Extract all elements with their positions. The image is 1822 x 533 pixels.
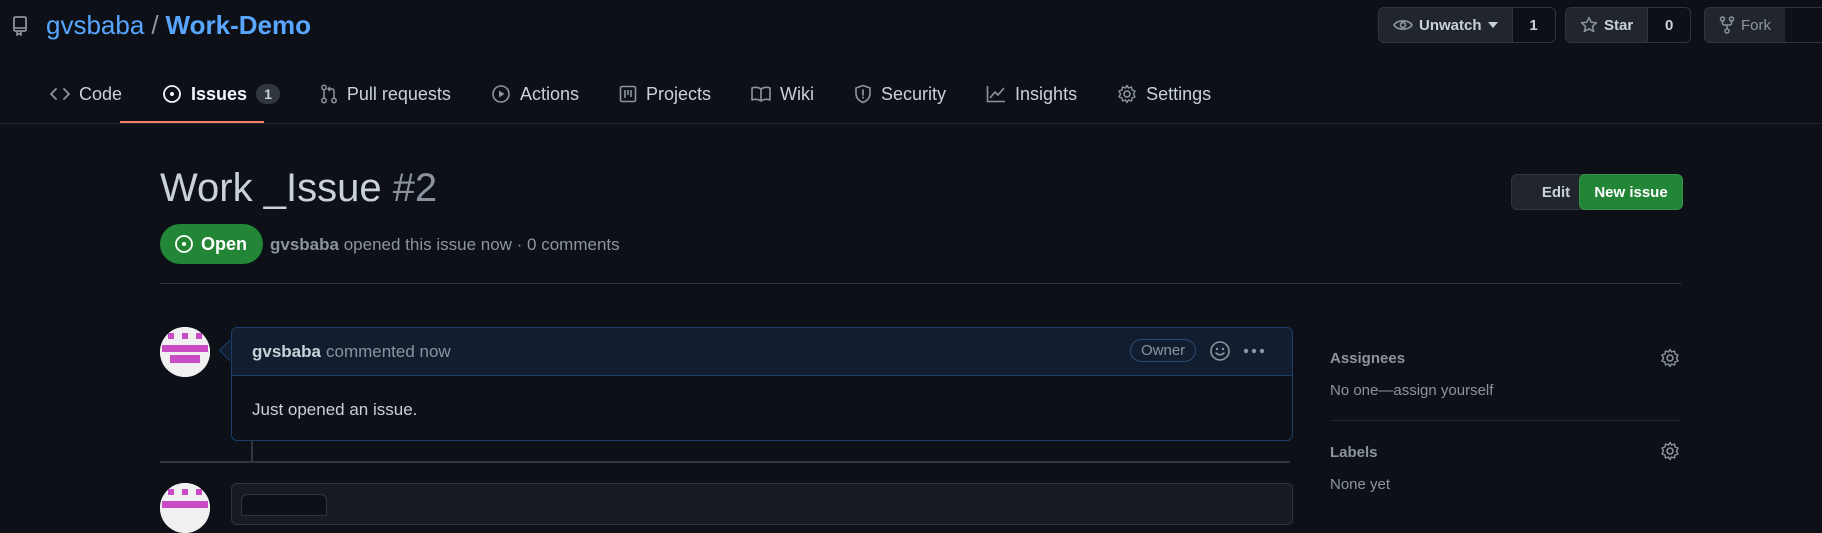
- tab-actions-label: Actions: [519, 83, 579, 104]
- sidebar-divider: [1330, 420, 1681, 421]
- issue-title: Work _Issue #2: [160, 166, 437, 211]
- timeline-divider: [160, 461, 1290, 463]
- issue-number: #2: [392, 166, 438, 210]
- unwatch-label: Unwatch: [1419, 16, 1482, 34]
- timeline-line: [251, 440, 253, 462]
- watch-group: Unwatch 1: [1378, 7, 1556, 43]
- tab-issues[interactable]: Issues 1: [142, 76, 300, 112]
- tab-insights[interactable]: Insights: [966, 76, 1097, 112]
- issue-state-label: Open: [201, 233, 248, 254]
- issue-meta: gvsbaba opened this issue now · 0 commen…: [270, 235, 620, 255]
- gear-icon: [1117, 84, 1137, 104]
- caret-down-icon: [1487, 22, 1498, 28]
- repo-separator: /: [151, 10, 159, 40]
- stars-count[interactable]: 0: [1647, 8, 1691, 42]
- tab-wiki[interactable]: Wiki: [731, 76, 834, 112]
- labels-heading: Labels: [1330, 444, 1378, 461]
- labels-value: None yet: [1330, 476, 1391, 493]
- tab-pull-requests[interactable]: Pull requests: [300, 76, 471, 112]
- tab-issues-label: Issues: [191, 83, 248, 104]
- repo-nav: Code Issues 1 Pull requests Actions Proj…: [30, 76, 1231, 112]
- tab-code-label: Code: [79, 83, 123, 104]
- nav-divider: [0, 123, 1822, 124]
- tab-settings[interactable]: Settings: [1097, 76, 1231, 112]
- new-issue-button[interactable]: New issue: [1579, 174, 1683, 210]
- code-icon: [50, 87, 70, 101]
- fork-group: Fork: [1704, 7, 1822, 43]
- tab-projects[interactable]: Projects: [599, 76, 731, 112]
- star-button[interactable]: Star: [1566, 8, 1648, 42]
- title-divider: [160, 283, 1681, 284]
- repo-owner-link[interactable]: gvsbaba: [46, 10, 144, 41]
- kebab-horizontal-icon[interactable]: [1243, 348, 1265, 354]
- tab-actions[interactable]: Actions: [471, 76, 599, 112]
- play-icon: [491, 84, 511, 104]
- smiley-icon[interactable]: [1209, 340, 1231, 362]
- unwatch-button[interactable]: Unwatch: [1379, 8, 1512, 42]
- tab-security-label: Security: [881, 83, 947, 104]
- graph-icon: [986, 85, 1006, 103]
- repo-icon: [12, 15, 28, 36]
- project-icon: [619, 85, 637, 103]
- star-label: Star: [1604, 16, 1634, 34]
- assignees-value[interactable]: No one—assign yourself: [1330, 382, 1493, 399]
- comment-time[interactable]: commented now: [326, 342, 451, 362]
- issue-title-text: Work _Issue: [160, 166, 382, 210]
- git-pull-request-icon: [320, 84, 338, 104]
- issue-author-link[interactable]: gvsbaba: [270, 235, 339, 254]
- avatar[interactable]: [160, 327, 210, 377]
- eye-icon: [1393, 18, 1413, 32]
- issue-opened-icon: [174, 234, 194, 254]
- shield-icon: [854, 84, 872, 104]
- comment-header: gvsbaba commented now Owner: [232, 328, 1292, 376]
- write-tab[interactable]: [241, 494, 327, 516]
- star-group: Star 0: [1565, 7, 1692, 43]
- gear-icon[interactable]: [1660, 348, 1680, 368]
- tab-wiki-label: Wiki: [780, 83, 814, 104]
- book-icon: [751, 86, 771, 102]
- tab-insights-label: Insights: [1015, 83, 1078, 104]
- star-icon: [1580, 16, 1598, 34]
- gear-icon[interactable]: [1660, 441, 1680, 461]
- repo-title: gvsbaba / Work-Demo: [12, 10, 311, 41]
- issue-opened-icon: [162, 84, 182, 104]
- comment-author-link[interactable]: gvsbaba: [252, 342, 321, 362]
- repo-forked-icon: [1719, 16, 1735, 34]
- comment-body: Just opened an issue.: [252, 400, 418, 419]
- comment-box: gvsbaba commented now Owner Just opened …: [231, 327, 1293, 441]
- tab-code[interactable]: Code: [30, 76, 142, 112]
- assignees-heading: Assignees: [1330, 350, 1406, 367]
- owner-badge: Owner: [1130, 339, 1197, 362]
- tab-pull-requests-label: Pull requests: [346, 83, 451, 104]
- avatar[interactable]: [160, 483, 210, 533]
- tab-settings-label: Settings: [1146, 83, 1212, 104]
- fork-label: Fork: [1741, 16, 1771, 34]
- issues-count-badge: 1: [256, 84, 280, 104]
- watchers-count[interactable]: 1: [1511, 8, 1555, 42]
- tab-security[interactable]: Security: [834, 76, 966, 112]
- issue-meta-text: opened this issue now · 0 comments: [343, 235, 620, 254]
- tab-projects-label: Projects: [645, 83, 711, 104]
- issue-state-badge: Open: [160, 224, 264, 264]
- repo-name-link[interactable]: Work-Demo: [166, 10, 311, 41]
- fork-button[interactable]: Fork: [1705, 8, 1785, 42]
- new-comment-box[interactable]: [231, 483, 1293, 525]
